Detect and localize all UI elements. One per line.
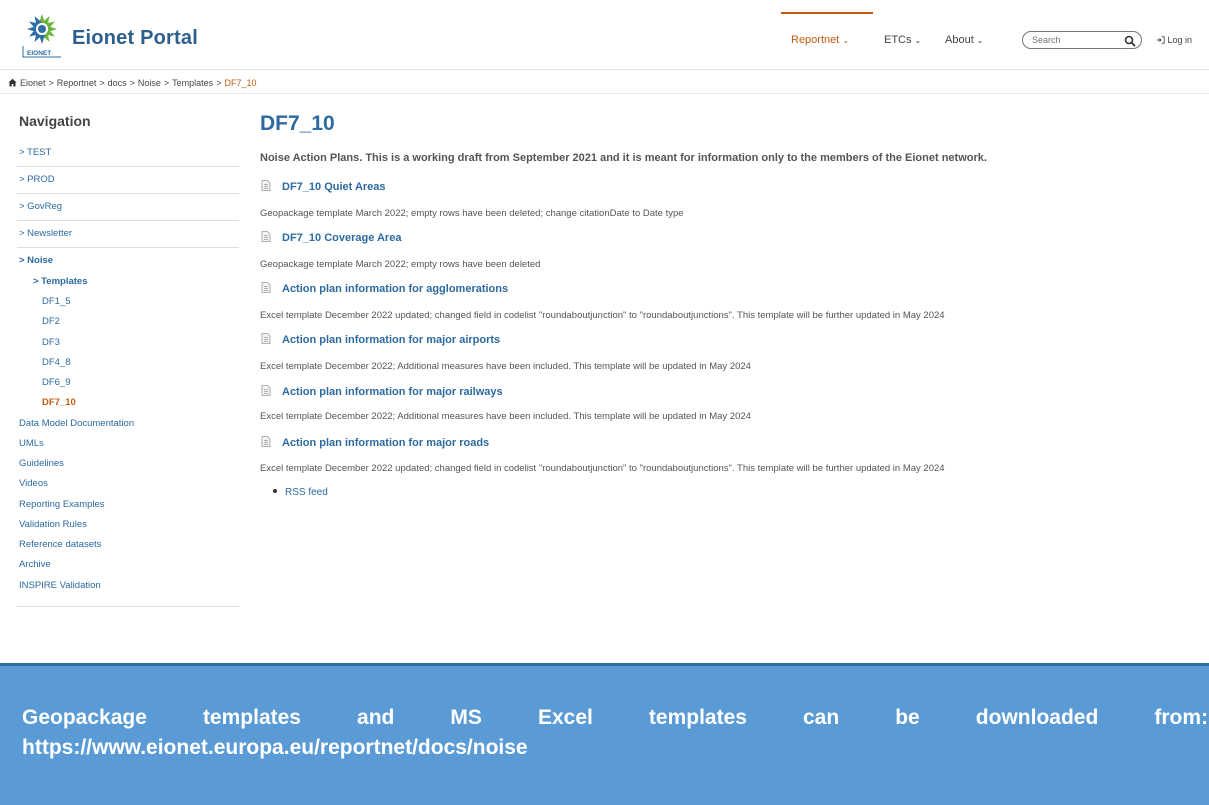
search-box (1022, 31, 1142, 49)
sidebar-item-df3[interactable]: DF3 (42, 337, 60, 348)
rss-feed-item: RSS feed (273, 487, 328, 498)
document-link[interactable]: Action plan information for agglomeratio… (261, 282, 508, 295)
nav-reportnet[interactable]: Reportnet ⌄ (791, 34, 849, 46)
breadcrumb-separator: > (48, 78, 54, 88)
breadcrumb-templates[interactable]: Templates (172, 78, 213, 88)
nav-reportnet-label: Reportnet (791, 34, 840, 46)
sidebar-item-newsletter[interactable]: > Newsletter (19, 228, 72, 239)
sidebar-item-df7-10[interactable]: DF7_10 (42, 397, 76, 408)
banner-text: Geopackage templates and MS Excel templa… (22, 706, 1208, 759)
sidebar-divider (17, 606, 239, 607)
sidebar-divider (17, 166, 239, 167)
document-icon (261, 385, 271, 396)
bullet-icon (273, 489, 277, 493)
sidebar-item-noise[interactable]: > Noise (19, 255, 53, 266)
document-icon (261, 282, 271, 293)
document-icon (261, 231, 271, 242)
sidebar-item-df1-5[interactable]: DF1_5 (42, 296, 71, 307)
login-icon (1157, 36, 1165, 44)
breadcrumb: Eionet > Reportnet > docs > Noise > Templates > DF… (8, 78, 256, 88)
chevron-down-icon: ⌄ (976, 36, 984, 45)
sidebar-item-df6-9[interactable]: DF6_9 (42, 377, 71, 388)
document-link[interactable]: Action plan information for major railwa… (261, 385, 503, 398)
active-nav-indicator (781, 12, 873, 14)
document-title: DF7_10 Quiet Areas (282, 181, 386, 193)
sidebar-item-reference-datasets[interactable]: Reference datasets (19, 539, 101, 550)
breadcrumb-docs[interactable]: docs (108, 78, 127, 88)
sidebar-item-validation-rules[interactable]: Validation Rules (19, 519, 87, 530)
document-title: Action plan information for major roads (282, 437, 490, 449)
sidebar-item-df2[interactable]: DF2 (42, 316, 60, 327)
eionet-logo[interactable]: EIONET (20, 12, 64, 58)
search-input[interactable] (1032, 34, 1118, 46)
sidebar-divider (17, 220, 239, 221)
document-icon (261, 436, 271, 447)
nav-about[interactable]: About ⌄ (945, 34, 983, 46)
document-link[interactable]: Action plan information for major airpor… (261, 333, 500, 346)
sidebar-item-data-model-documentation[interactable]: Data Model Documentation (19, 418, 134, 429)
sidebar-item-umls[interactable]: UMLs (19, 438, 44, 449)
login-link[interactable]: Log in (1156, 35, 1192, 45)
document-description: Geopackage template March 2022; empty ro… (260, 208, 684, 219)
sidebar-item-templates[interactable]: > Templates (33, 276, 87, 287)
document-title: DF7_10 Coverage Area (282, 232, 402, 244)
document-link[interactable]: DF7_10 Coverage Area (261, 231, 401, 244)
document-description: Excel template December 2022; Additional… (260, 411, 751, 422)
document-description: Geopackage template March 2022; empty ro… (260, 259, 541, 270)
chevron-down-icon: ⌄ (914, 36, 922, 45)
sidebar-divider (17, 193, 239, 194)
sidebar-item-govreg[interactable]: > GovReg (19, 201, 62, 212)
document-description: Excel template December 2022 updated; ch… (260, 310, 945, 321)
home-icon[interactable] (8, 78, 17, 87)
rss-feed-link[interactable]: RSS feed (285, 487, 328, 498)
document-title: Action plan information for major railwa… (282, 386, 503, 398)
sidebar-divider (17, 247, 239, 248)
breadcrumb-current: DF7_10 (224, 78, 257, 88)
sidebar-title: Navigation (19, 113, 91, 129)
breadcrumb-separator: > (216, 78, 222, 88)
site-header: EIONET Eionet Portal Reportnet ⌄ ETCs ⌄ Ab… (0, 0, 1209, 70)
document-description: Excel template December 2022 updated; ch… (260, 463, 945, 474)
sidebar-item-videos[interactable]: Videos (19, 478, 48, 489)
nav-etcs-label: ETCs (884, 34, 912, 46)
nav-etcs[interactable]: ETCs ⌄ (884, 34, 921, 46)
header-divider (0, 93, 1209, 94)
breadcrumb-noise[interactable]: Noise (138, 78, 161, 88)
document-link[interactable]: DF7_10 Quiet Areas (261, 180, 386, 193)
document-title: Action plan information for major airpor… (282, 334, 501, 346)
sidebar-item-prod[interactable]: > PROD (19, 174, 55, 185)
site-title[interactable]: Eionet Portal (72, 27, 198, 50)
breadcrumb-separator: > (163, 78, 170, 88)
sidebar-item-archive[interactable]: Archive (19, 559, 51, 570)
chevron-down-icon: ⌄ (842, 36, 850, 45)
document-icon (261, 180, 271, 191)
login-label: Log in (1167, 35, 1193, 45)
document-title: Action plan information for agglomeratio… (282, 283, 509, 295)
sidebar-item-inspire-validation[interactable]: INSPIRE Validation (19, 580, 101, 591)
page-intro: Noise Action Plans. This is a working dr… (260, 152, 987, 164)
info-banner: Geopackage templates and MS Excel templa… (0, 663, 1209, 805)
document-description: Excel template December 2022; Additional… (260, 361, 751, 372)
sidebar-item-reporting-examples[interactable]: Reporting Examples (19, 499, 105, 510)
document-icon (261, 333, 271, 344)
sidebar-item-test[interactable]: > TEST (19, 147, 51, 158)
breadcrumb-separator: > (99, 78, 105, 88)
search-icon[interactable] (1124, 35, 1136, 47)
breadcrumb-separator: > (129, 78, 135, 88)
logo-text: EIONET (27, 50, 51, 57)
sidebar-item-guidelines[interactable]: Guidelines (19, 458, 64, 469)
nav-about-label: About (945, 34, 974, 46)
document-link[interactable]: Action plan information for major roads (261, 436, 489, 449)
breadcrumb-eionet[interactable]: Eionet (20, 78, 46, 88)
sidebar-item-df4-8[interactable]: DF4_8 (42, 357, 71, 368)
page-title: DF7_10 (260, 112, 335, 135)
breadcrumb-reportnet[interactable]: Reportnet (57, 78, 97, 88)
